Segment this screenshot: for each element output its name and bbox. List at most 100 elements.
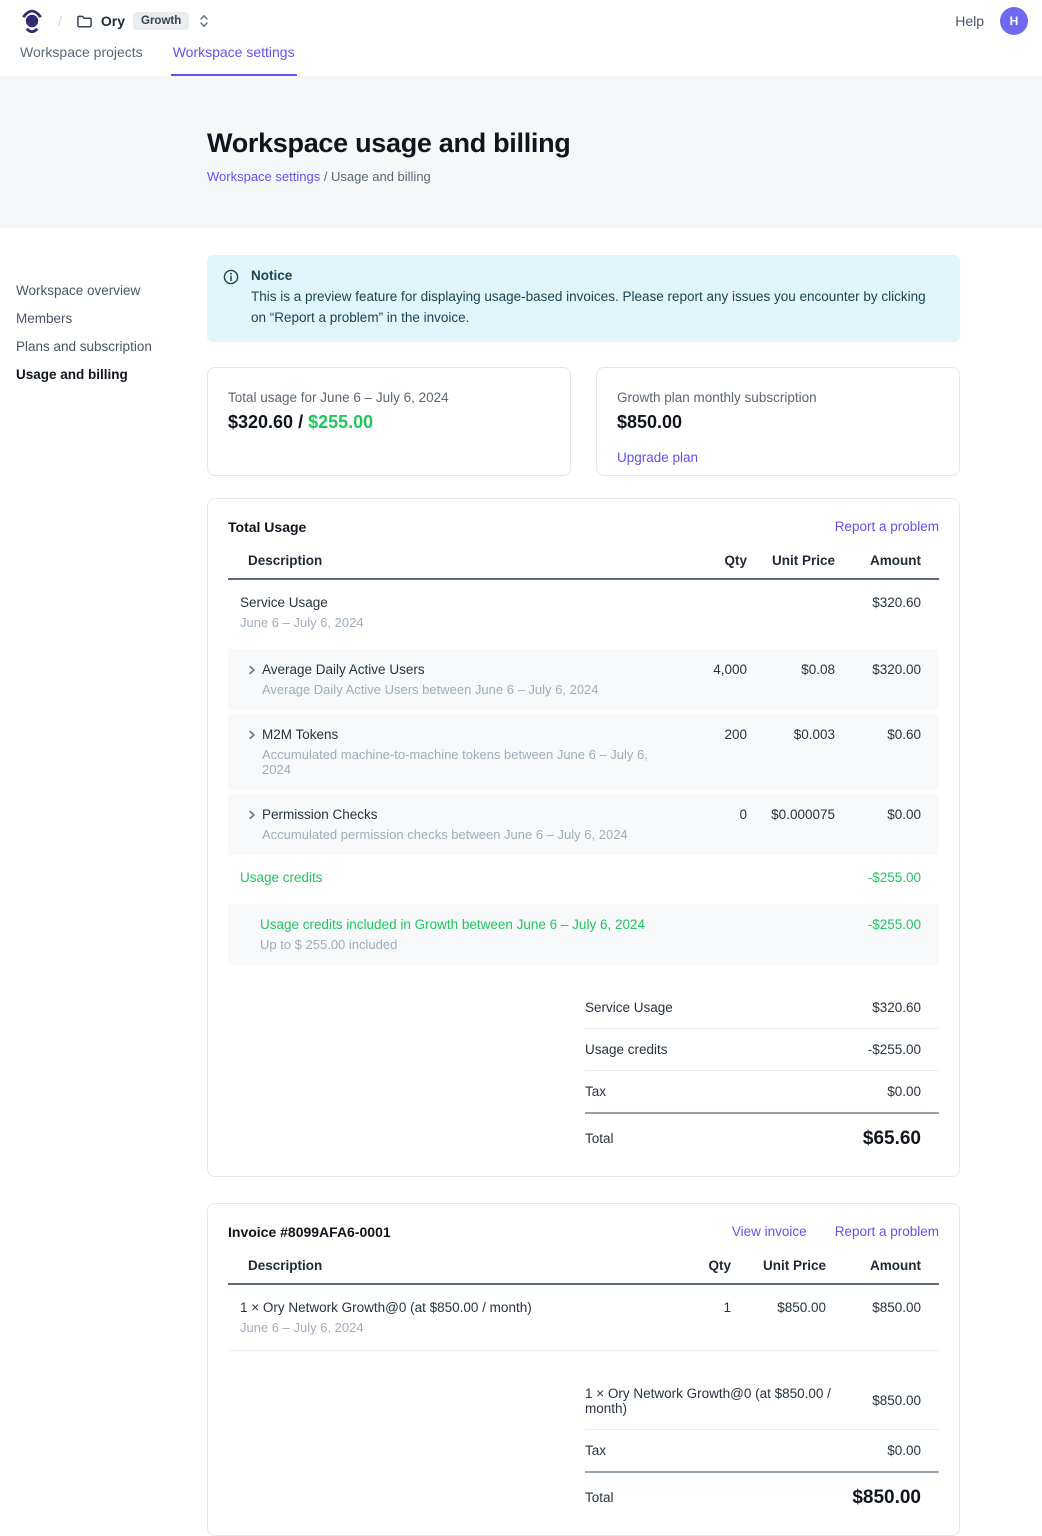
chevron-right-icon[interactable]: [246, 808, 258, 822]
preview-notice: Notice This is a preview feature for dis…: [207, 255, 960, 342]
row-unit-price: $850.00: [731, 1300, 826, 1315]
folder-icon: [76, 13, 93, 30]
total-usage-card: Total usage for June 6 – July 6, 2024 $3…: [207, 367, 571, 476]
summary-value: $320.60: [872, 1000, 921, 1015]
total-usage-panel: Total Usage Report a problem Description…: [207, 498, 960, 1177]
row-amount: $320.60: [835, 595, 921, 610]
chevron-right-icon[interactable]: [246, 663, 258, 677]
table-row-service-usage: Service Usage June 6 – July 6, 2024 $320…: [228, 580, 939, 645]
workspace-tabs: Workspace projects Workspace settings: [0, 42, 1042, 76]
summary-row-tax: Tax $0.00: [585, 1430, 939, 1473]
row-amount: -$255.00: [835, 870, 921, 885]
workspace-switcher-icon[interactable]: [197, 13, 211, 29]
invoice-summary: 1 × Ory Network Growth@0 (at $850.00 / m…: [585, 1373, 939, 1509]
subscription-label: Growth plan monthly subscription: [617, 390, 939, 405]
usage-included-amount: $255.00: [308, 412, 373, 432]
view-invoice-link[interactable]: View invoice: [732, 1224, 807, 1239]
usage-summary: Service Usage $320.60 Usage credits -$25…: [585, 987, 939, 1150]
usage-panel-title: Total Usage: [228, 519, 306, 535]
table-row-m2m-tokens: M2M Tokens Accumulated machine-to-machin…: [228, 714, 939, 790]
summary-value: -$255.00: [868, 1042, 921, 1057]
row-title: Usage credits: [240, 870, 667, 885]
summary-row-tax: Tax $0.00: [585, 1071, 939, 1114]
total-label: Total: [585, 1131, 614, 1146]
sidebar-item-plans-and-subscription[interactable]: Plans and subscription: [16, 339, 196, 354]
row-subtitle: June 6 – July 6, 2024: [240, 615, 667, 630]
row-amount: -$255.00: [835, 917, 921, 932]
total-usage-value: $320.60 / $255.00: [228, 412, 550, 433]
table-row-usage-credits-detail: Usage credits included in Growth between…: [228, 904, 939, 965]
row-title: 1 × Ory Network Growth@0 (at $850.00 / m…: [240, 1300, 655, 1315]
invoice-title: Invoice #8099AFA6-0001: [228, 1224, 391, 1240]
chevron-right-icon[interactable]: [246, 728, 258, 742]
row-title: Service Usage: [240, 595, 667, 610]
sidebar-item-usage-and-billing[interactable]: Usage and billing: [16, 367, 196, 382]
invoice-table: Description Qty Unit Price Amount 1 × Or…: [228, 1258, 939, 1351]
usage-separator: /: [293, 412, 308, 432]
row-unit-price: $0.08: [747, 662, 835, 677]
summary-label: Tax: [585, 1443, 606, 1458]
invoice-table-header: Description Qty Unit Price Amount: [228, 1258, 939, 1285]
info-icon: [223, 269, 239, 329]
row-qty: 200: [667, 727, 747, 742]
row-qty: 4,000: [667, 662, 747, 677]
summary-row-total: Total $65.60: [585, 1114, 939, 1150]
billing-summary-cards: Total usage for June 6 – July 6, 2024 $3…: [207, 367, 960, 476]
summary-label: 1 × Ory Network Growth@0 (at $850.00 / m…: [585, 1386, 872, 1416]
sidebar-item-members[interactable]: Members: [16, 311, 196, 326]
invoice-panel: Invoice #8099AFA6-0001 View invoice Repo…: [207, 1203, 960, 1536]
row-subtitle: Accumulated permission checks between Ju…: [262, 827, 628, 842]
summary-row-usage-credits: Usage credits -$255.00: [585, 1029, 939, 1071]
user-avatar[interactable]: H: [1000, 7, 1028, 35]
row-subtitle: Accumulated machine-to-machine tokens be…: [262, 747, 667, 777]
summary-label: Usage credits: [585, 1042, 668, 1057]
row-title: M2M Tokens: [262, 727, 667, 742]
row-amount: $320.00: [835, 662, 921, 677]
page-header: Workspace usage and billing Workspace se…: [0, 76, 1042, 228]
top-bar: / Ory Growth Help H: [0, 0, 1042, 42]
summary-row-line-item: 1 × Ory Network Growth@0 (at $850.00 / m…: [585, 1373, 939, 1430]
breadcrumb-workspace-settings-link[interactable]: Workspace settings: [207, 169, 320, 184]
tab-workspace-projects[interactable]: Workspace projects: [18, 42, 145, 76]
row-unit-price: $0.000075: [747, 807, 835, 822]
notice-title: Notice: [251, 268, 940, 283]
col-amount: Amount: [835, 553, 921, 568]
report-a-problem-link[interactable]: Report a problem: [835, 1224, 939, 1239]
total-label: Total: [585, 1490, 614, 1505]
total-value: $65.60: [863, 1128, 921, 1150]
sidebar-item-workspace-overview[interactable]: Workspace overview: [16, 283, 196, 298]
row-amount: $850.00: [826, 1300, 921, 1315]
col-qty: Qty: [655, 1258, 731, 1273]
help-link[interactable]: Help: [955, 13, 984, 29]
ory-logo-icon[interactable]: [20, 8, 44, 34]
row-qty: 0: [667, 807, 747, 822]
notice-body: This is a preview feature for displaying…: [251, 287, 940, 329]
total-value: $850.00: [852, 1487, 921, 1509]
upgrade-plan-link[interactable]: Upgrade plan: [617, 450, 698, 465]
report-a-problem-link[interactable]: Report a problem: [835, 519, 939, 534]
workspace-name[interactable]: Ory: [101, 13, 125, 29]
subscription-amount: $850.00: [617, 412, 939, 433]
col-amount: Amount: [826, 1258, 921, 1273]
breadcrumb-current: Usage and billing: [331, 169, 431, 184]
usage-table-header: Description Qty Unit Price Amount: [228, 553, 939, 580]
summary-row-total: Total $850.00: [585, 1473, 939, 1509]
row-title: Average Daily Active Users: [262, 662, 599, 677]
total-usage-label: Total usage for June 6 – July 6, 2024: [228, 390, 550, 405]
row-amount: $0.00: [835, 807, 921, 822]
row-subtitle: June 6 – July 6, 2024: [240, 1320, 655, 1335]
row-title: Permission Checks: [262, 807, 628, 822]
row-title: Usage credits included in Growth between…: [260, 917, 667, 932]
subscription-card: Growth plan monthly subscription $850.00…: [596, 367, 960, 476]
table-row-usage-credits: Usage credits -$255.00: [228, 855, 939, 900]
breadcrumb: Workspace settings / Usage and billing: [207, 169, 1042, 184]
settings-sidebar: Workspace overview Members Plans and sub…: [16, 283, 196, 395]
tab-workspace-settings[interactable]: Workspace settings: [171, 42, 297, 76]
col-qty: Qty: [667, 553, 747, 568]
row-amount: $0.60: [835, 727, 921, 742]
summary-label: Service Usage: [585, 1000, 673, 1015]
summary-row-service-usage: Service Usage $320.60: [585, 987, 939, 1029]
usage-table: Description Qty Unit Price Amount Servic…: [228, 553, 939, 965]
summary-value: $850.00: [872, 1393, 921, 1408]
breadcrumb-separator: /: [58, 13, 62, 29]
